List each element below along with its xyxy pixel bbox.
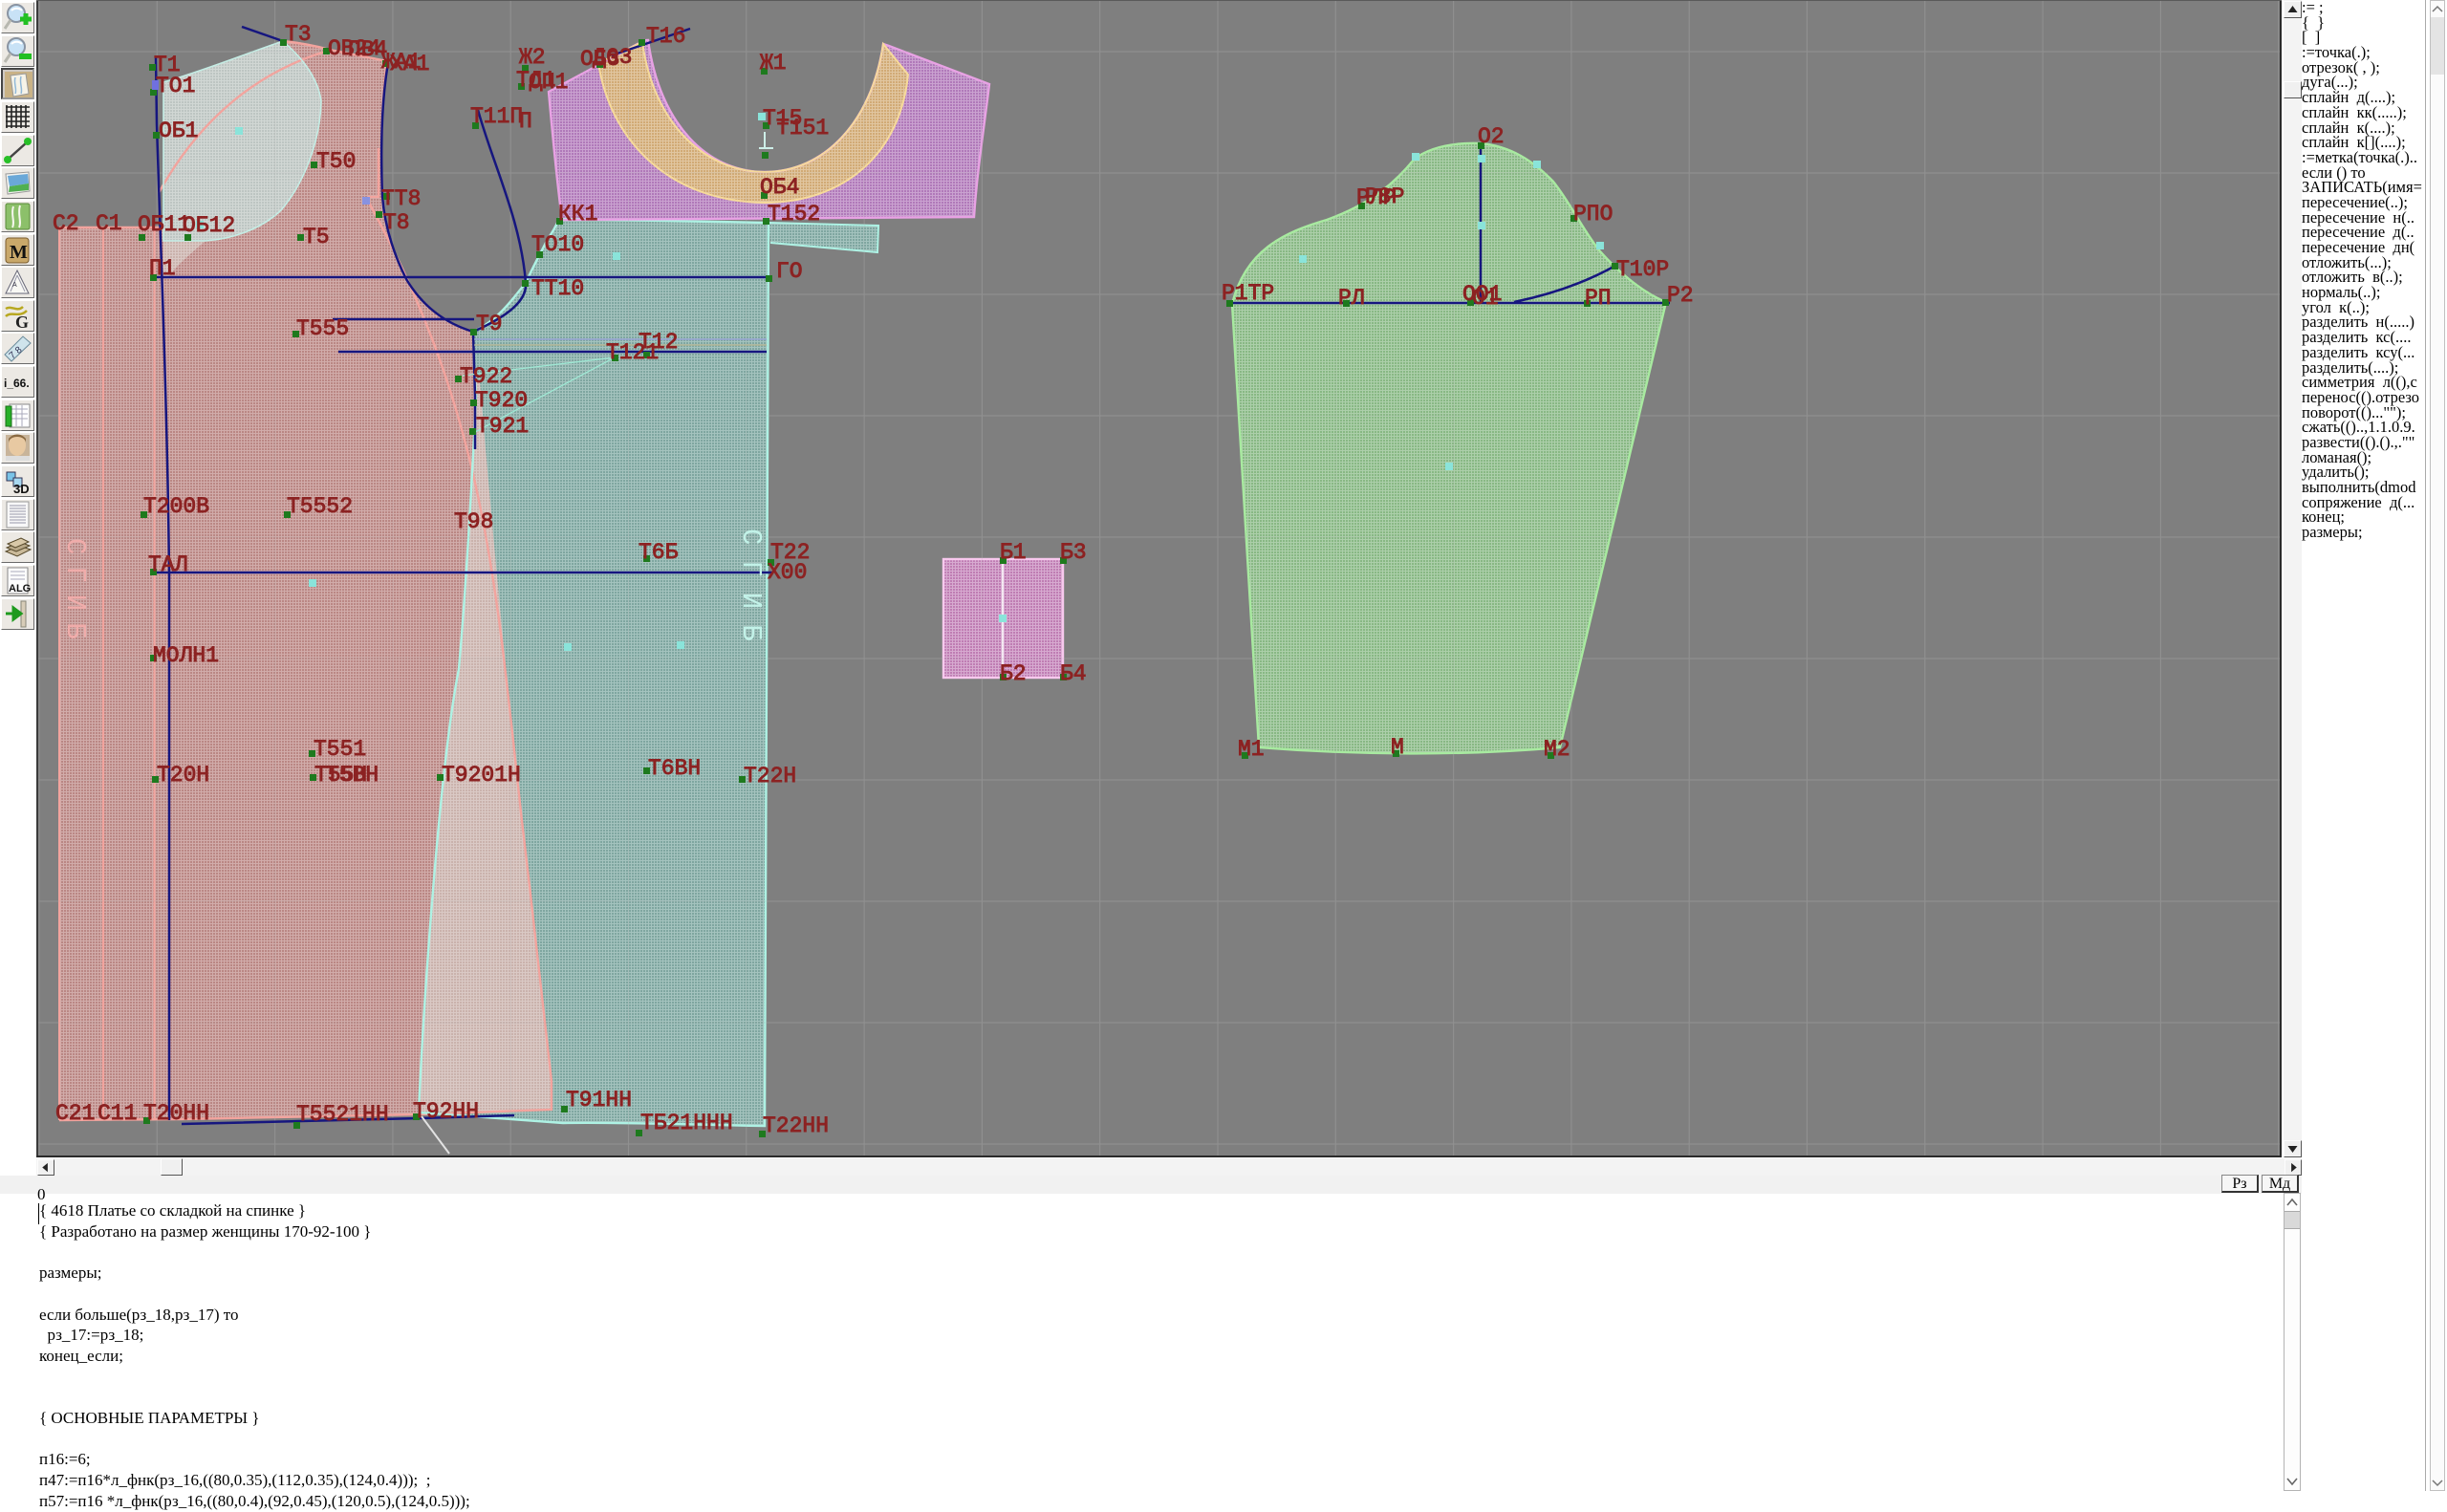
svg-text:С2: С2 <box>53 211 79 236</box>
svg-text:Т50: Т50 <box>316 149 356 174</box>
svg-text:РЛ: РЛ <box>1338 286 1365 311</box>
svg-text:Б4: Б4 <box>1060 661 1087 686</box>
svg-text:Т11П: Т11П <box>470 104 523 129</box>
svg-text:Т5552: Т5552 <box>287 494 353 519</box>
svg-text:РЛР: РЛР <box>1356 185 1396 210</box>
svg-text:ОП1: ОП1 <box>529 70 568 95</box>
svg-text:Т22НН: Т22НН <box>763 1113 829 1138</box>
svg-text:ТТ8: ТТ8 <box>381 186 421 211</box>
svg-text:Т555: Т555 <box>296 316 349 341</box>
svg-text:Т16: Т16 <box>646 24 685 49</box>
svg-text:Т8: Т8 <box>383 210 410 235</box>
svg-text:i_66.: i_66. <box>4 377 30 390</box>
svg-text:ОБ4: ОБ4 <box>760 175 799 200</box>
svg-text:Т10Р: Т10Р <box>1616 257 1669 282</box>
svg-text:ТТ10: ТТ10 <box>531 276 584 301</box>
svg-text:КК1: КК1 <box>558 202 597 227</box>
svg-text:П1: П1 <box>149 256 176 281</box>
svg-text:Т6ВН: Т6ВН <box>648 756 701 781</box>
svg-text:Т121: Т121 <box>606 340 659 365</box>
svg-text:МОЛН1: МОЛН1 <box>153 643 219 668</box>
svg-text:ОБ1: ОБ1 <box>159 119 198 143</box>
svg-text:Т151: Т151 <box>776 116 829 140</box>
svg-text:РПО: РПО <box>1573 202 1613 227</box>
svg-text:Т5: Т5 <box>303 225 330 249</box>
svg-text:Т921: Т921 <box>476 414 529 439</box>
svg-text:Ж2: Ж2 <box>519 45 546 70</box>
svg-text:С1: С1 <box>96 211 122 236</box>
svg-text:С11: С11 <box>97 1101 137 1126</box>
svg-text:Р1ТР: Р1ТР <box>1222 281 1274 306</box>
svg-text:М1: М1 <box>1238 737 1265 762</box>
svg-text:Т3: Т3 <box>285 22 312 47</box>
svg-text:М: М <box>1391 735 1404 760</box>
svg-text:СГИБ: СГИБ <box>59 538 91 651</box>
svg-text:ТБ21ННН: ТБ21ННН <box>640 1111 733 1135</box>
svg-text:М2: М2 <box>1544 737 1570 762</box>
svg-text:О1: О1 <box>1472 286 1499 311</box>
svg-text:Т9: Т9 <box>476 312 503 336</box>
svg-text:Т9201Н: Т9201Н <box>442 763 521 788</box>
svg-text:Х00: Х00 <box>768 560 807 585</box>
svg-text:ОБ3: ОБ3 <box>580 47 619 72</box>
svg-text:Т920: Т920 <box>475 388 528 413</box>
svg-text:РП: РП <box>1585 286 1612 311</box>
svg-text:СГИБ: СГИБ <box>735 529 767 657</box>
svg-text:Т91НН: Т91НН <box>566 1088 632 1112</box>
svg-text:G: G <box>15 313 29 331</box>
svg-text:Т5ВН: Т5ВН <box>326 763 379 788</box>
svg-text:Т20НН: Т20НН <box>143 1101 209 1126</box>
svg-text:Т22Н: Т22Н <box>744 764 796 788</box>
svg-text:Т200В: Т200В <box>143 494 209 519</box>
svg-text:Т152: Т152 <box>768 202 820 227</box>
svg-text:ТО1: ТО1 <box>156 74 195 98</box>
svg-text:3D: 3D <box>13 482 30 496</box>
svg-text:Б2: Б2 <box>1000 661 1027 686</box>
svg-text:ТО10: ТО10 <box>531 232 584 257</box>
svg-text:ГО: ГО <box>776 259 803 284</box>
svg-text:M: M <box>10 242 28 263</box>
svg-text:Т551: Т551 <box>314 737 366 762</box>
svg-text:О2: О2 <box>1478 124 1505 149</box>
svg-text:A: A <box>12 282 17 289</box>
svg-text:Б1: Б1 <box>1000 540 1027 565</box>
svg-text:ЖА1: ЖА1 <box>381 50 421 75</box>
svg-text:Т922: Т922 <box>460 364 512 389</box>
svg-text:Р2: Р2 <box>1667 283 1694 308</box>
svg-text:Т92НН: Т92НН <box>413 1099 479 1124</box>
svg-text:ОБ12: ОБ12 <box>183 213 235 238</box>
svg-text:Т20Н: Т20Н <box>157 763 209 788</box>
svg-text:Т6Б: Т6Б <box>639 540 679 565</box>
svg-text:С21: С21 <box>55 1101 95 1126</box>
svg-text:Б3: Б3 <box>1060 540 1087 565</box>
svg-text:Т5521НН: Т5521НН <box>296 1102 389 1127</box>
svg-text:ALG: ALG <box>9 583 31 594</box>
svg-text:Т98: Т98 <box>454 509 493 534</box>
svg-text:ТАЛ: ТАЛ <box>148 552 187 577</box>
svg-text:Ж1: Ж1 <box>760 51 787 76</box>
